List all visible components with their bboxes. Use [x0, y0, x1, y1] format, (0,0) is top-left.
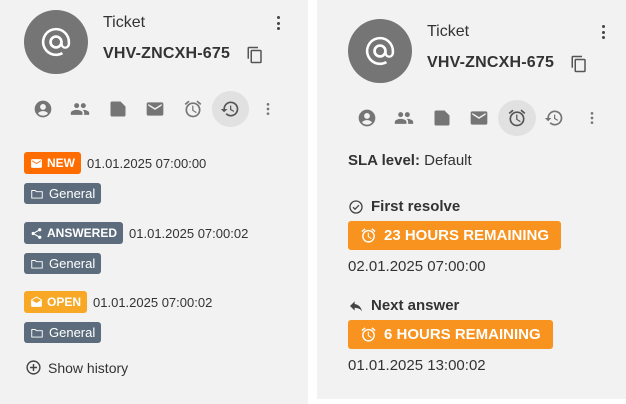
tab-history[interactable] — [536, 100, 574, 136]
first-resolve-title: First resolve — [371, 198, 461, 215]
history-entry-new: NEW 01.01.2025 07:00:00 — [24, 152, 206, 174]
first-resolve-remaining: 23 HOURS REMAINING — [384, 227, 550, 244]
copy-icon[interactable] — [246, 45, 264, 65]
more-vertical-icon — [266, 103, 270, 115]
at-icon — [41, 27, 71, 57]
tab-group[interactable] — [62, 91, 100, 127]
tab-sla[interactable] — [174, 91, 212, 127]
mail-icon — [470, 111, 488, 125]
at-icon — [365, 36, 395, 66]
tag-icon — [434, 110, 450, 126]
account-circle-icon — [358, 109, 376, 127]
sla-level-label: SLA level: — [348, 152, 420, 169]
folder-icon — [31, 189, 43, 199]
next-answer-heading: Next answer — [348, 297, 459, 314]
sla-level: SLA level: Default — [348, 152, 472, 169]
sla-level-value: Default — [424, 152, 472, 169]
mail-open-icon — [31, 296, 42, 307]
next-answer-remaining-badge: 6 HOURS REMAINING — [348, 320, 553, 349]
history-entry-answered: ANSWERED 01.01.2025 07:00:02 — [24, 222, 248, 244]
state-badge-label: NEW — [47, 156, 75, 170]
group-chip: General — [24, 322, 102, 343]
sidebar-tabs — [24, 91, 287, 127]
state-badge-label: ANSWERED — [47, 226, 118, 240]
show-history-button[interactable]: Show history — [25, 359, 128, 376]
people-icon — [71, 103, 90, 115]
ticket-label: Ticket — [427, 23, 470, 40]
show-history-label: Show history — [48, 359, 129, 376]
state-time: 01.01.2025 07:00:02 — [129, 225, 249, 241]
ticket-number: VHV-ZNCXH-675 — [103, 45, 231, 62]
state-badge-new: NEW — [24, 152, 81, 174]
tab-email[interactable] — [137, 91, 175, 127]
tab-tags[interactable] — [423, 100, 461, 136]
group-chip-label: General — [49, 186, 96, 201]
history-entry-open: OPEN 01.01.2025 07:00:02 — [24, 291, 212, 313]
state-time: 01.01.2025 07:00:02 — [93, 294, 213, 310]
group-chip: General — [24, 253, 102, 274]
people-icon — [395, 112, 414, 124]
ticket-number: VHV-ZNCXH-675 — [427, 54, 555, 71]
mail-icon — [146, 102, 164, 116]
group-chip-label: General — [49, 325, 96, 340]
next-answer-remaining: 6 HOURS REMAINING — [384, 326, 541, 343]
state-badge-label: OPEN — [47, 295, 82, 309]
tab-history[interactable] — [211, 91, 249, 127]
add-circle-icon — [26, 360, 41, 375]
tab-sla[interactable] — [498, 100, 536, 136]
account-circle-icon — [34, 100, 52, 118]
check-circle-icon — [349, 199, 363, 214]
share-icon — [31, 227, 42, 239]
more-vertical-icon — [590, 112, 594, 124]
ticket-menu-button[interactable] — [275, 16, 281, 30]
first-resolve-date: 02.01.2025 07:00:00 — [348, 258, 486, 275]
alarm-icon — [361, 228, 376, 243]
alarm-icon — [508, 109, 526, 127]
state-badge-answered: ANSWERED — [24, 222, 124, 244]
first-resolve-remaining-badge: 23 HOURS REMAINING — [348, 221, 562, 250]
avatar[interactable] — [348, 19, 412, 83]
tab-more[interactable] — [249, 91, 287, 127]
tab-customer[interactable] — [348, 100, 386, 136]
right-panel: Ticket VHV-ZNCXH-675 SLA level: Default — [317, 0, 626, 399]
left-panel: Ticket VHV-ZNCXH-675 NEW 01.01.2025 07:0… — [0, 0, 308, 404]
history-icon — [545, 110, 563, 126]
alarm-icon — [361, 327, 376, 342]
reply-icon — [350, 300, 362, 311]
avatar[interactable] — [24, 10, 88, 74]
alarm-icon — [184, 100, 202, 118]
tab-customer[interactable] — [24, 91, 62, 127]
next-answer-title: Next answer — [371, 297, 460, 314]
tab-email[interactable] — [461, 100, 499, 136]
mail-new-icon — [31, 158, 42, 168]
first-resolve-heading: First resolve — [348, 198, 460, 215]
ticket-label: Ticket — [103, 14, 146, 31]
tab-tags[interactable] — [99, 91, 137, 127]
copy-icon[interactable] — [570, 54, 588, 74]
history-icon — [221, 101, 239, 117]
state-badge-open: OPEN — [24, 291, 88, 313]
folder-icon — [31, 328, 43, 338]
tab-group[interactable] — [386, 100, 424, 136]
tag-icon — [110, 101, 126, 117]
next-answer-date: 01.01.2025 13:00:02 — [348, 357, 486, 374]
tab-more[interactable] — [573, 100, 611, 136]
state-time: 01.01.2025 07:00:00 — [87, 155, 207, 171]
ticket-menu-button[interactable] — [600, 25, 606, 39]
sidebar-tabs — [348, 100, 611, 136]
group-chip-label: General — [49, 256, 96, 271]
folder-icon — [31, 259, 43, 269]
group-chip: General — [24, 183, 102, 204]
